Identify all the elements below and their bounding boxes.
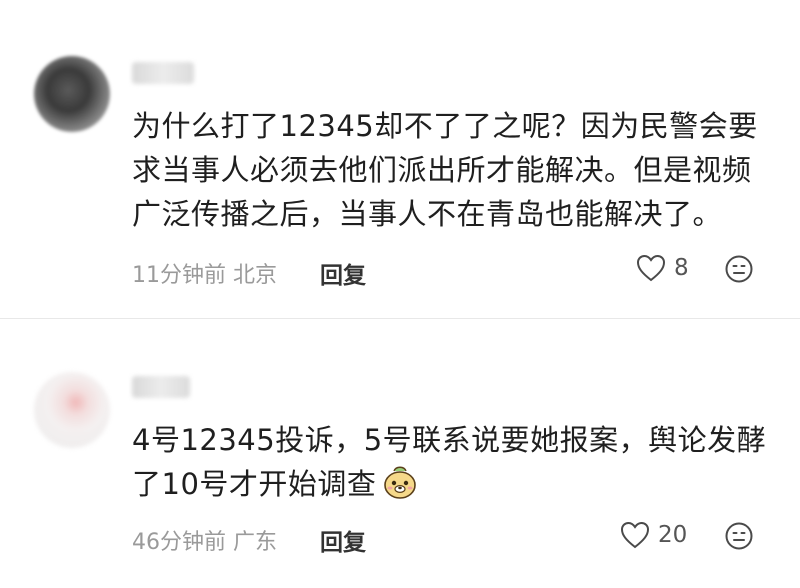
username-blurred[interactable] bbox=[132, 376, 190, 398]
comment-text: 4号12345投诉，5号联系说要她报案，舆论发酵 了10号才开始调查 bbox=[132, 418, 767, 506]
comment-meta: 46分钟前 广东 bbox=[132, 530, 277, 555]
like-button[interactable]: 20 bbox=[620, 521, 687, 549]
comment-item: 4号12345投诉，5号联系说要她报案，舆论发酵 了10号才开始调查 46分钟前… bbox=[0, 320, 800, 588]
comment-text-line: 4号12345投诉，5号联系说要她报案，舆论发酵 bbox=[132, 423, 767, 457]
heart-outline-icon bbox=[620, 521, 650, 549]
smiley-face-icon[interactable] bbox=[724, 521, 754, 551]
comment-text-line: 广泛传播之后，当事人不在青岛也能解决了。 bbox=[132, 197, 723, 231]
avatar[interactable] bbox=[34, 372, 110, 448]
comment-item: 为什么打了12345却不了了之呢？因为民警会要 求当事人必须去他们派出所才能解决… bbox=[0, 0, 800, 318]
comment-text-fragment: 了10号才开始调查 bbox=[132, 467, 377, 501]
heart-outline-icon bbox=[636, 254, 666, 282]
like-count: 20 bbox=[658, 522, 688, 548]
comment-text-line: 求当事人必须去他们派出所才能解决。但是视频 bbox=[132, 153, 752, 187]
comment-divider bbox=[0, 318, 800, 319]
comment-text-line: 了10号才开始调查 bbox=[132, 462, 752, 506]
avatar[interactable] bbox=[34, 56, 110, 132]
comment-text: 为什么打了12345却不了了之呢？因为民警会要 求当事人必须去他们派出所才能解决… bbox=[132, 104, 758, 236]
like-button[interactable]: 8 bbox=[636, 254, 689, 282]
dog-face-sticker-icon bbox=[384, 466, 417, 499]
reply-button[interactable]: 回复 bbox=[320, 256, 366, 290]
smiley-face-icon[interactable] bbox=[724, 254, 754, 284]
reply-button[interactable]: 回复 bbox=[320, 523, 366, 557]
username-blurred[interactable] bbox=[132, 62, 194, 84]
comment-meta: 11分钟前 北京 bbox=[132, 263, 277, 288]
comment-text-line: 为什么打了12345却不了了之呢？因为民警会要 bbox=[132, 109, 758, 143]
like-count: 8 bbox=[674, 255, 689, 281]
